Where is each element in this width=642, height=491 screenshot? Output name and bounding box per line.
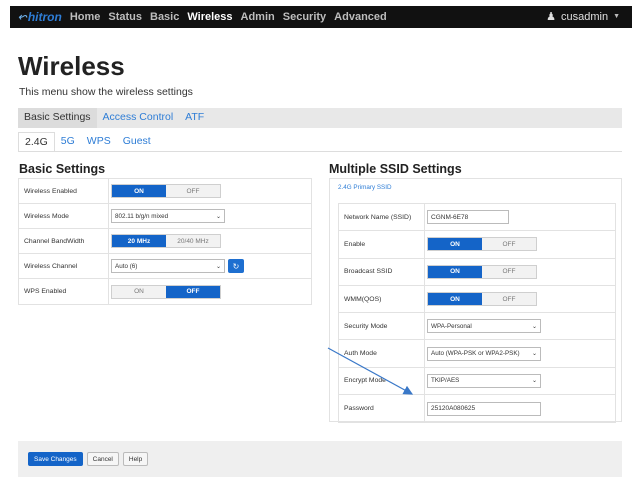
nav-admin[interactable]: Admin <box>241 11 275 23</box>
wireless-channel-value: Auto (6) <box>115 262 138 270</box>
broadcast-ssid-off[interactable]: OFF <box>482 265 536 278</box>
logo-swirl-icon: ⬿ <box>18 10 27 23</box>
wmm-qos-off[interactable]: OFF <box>482 293 536 306</box>
auth-mode-value: Auto (WPA-PSK or WPA2-PSK) <box>431 350 520 358</box>
nav-home[interactable]: Home <box>70 11 101 23</box>
primary-ssid-link[interactable]: 2.4G Primary SSID <box>338 184 392 191</box>
broadcast-ssid-label: Broadcast SSID <box>339 258 425 285</box>
wps-enabled-row: WPS Enabled ON OFF <box>19 279 311 304</box>
chevron-down-icon: ▼ <box>613 13 620 20</box>
ssid-name-row: Network Name (SSID) CGNM-6E78 <box>339 204 615 232</box>
ssid-panel: 2.4G Primary SSID Network Name (SSID) CG… <box>329 178 622 424</box>
wmm-qos-label: WMM(QOS) <box>339 285 425 313</box>
basic-settings-heading: Basic Settings <box>19 162 106 176</box>
password-row: Password 25120A080625 <box>339 395 615 423</box>
nav-status[interactable]: Status <box>108 11 142 23</box>
top-nav-bar: ⬿ hitron Home Status Basic Wireless Admi… <box>10 6 632 28</box>
refresh-channel-button[interactable]: ↻ <box>228 259 244 273</box>
encrypt-mode-row: Encrypt Mode TKIP/AES ⌄ <box>339 367 615 396</box>
wireless-channel-select[interactable]: Auto (6) ⌄ <box>111 259 225 273</box>
auth-mode-select[interactable]: Auto (WPA-PSK or WPA2-PSK) ⌄ <box>427 346 541 361</box>
channel-bandwidth-toggle: 20 MHz 20/40 MHz <box>111 234 221 248</box>
tab-basic-settings[interactable]: Basic Settings <box>18 108 97 128</box>
help-button[interactable]: Help <box>122 452 149 466</box>
encrypt-mode-value: TKIP/AES <box>431 377 460 385</box>
wireless-channel-row: Wireless Channel Auto (6) ⌄ ↻ <box>19 254 311 279</box>
user-icon: ♟ <box>546 11 556 23</box>
auth-mode-row: Auth Mode Auto (WPA-PSK or WPA2-PSK) ⌄ <box>339 340 615 368</box>
broadcast-ssid-toggle: ON OFF <box>427 264 537 279</box>
wireless-enabled-label: Wireless Enabled <box>19 179 109 203</box>
chevron-down-icon: ⌄ <box>531 323 537 330</box>
basic-settings-table: Wireless Enabled ON OFF Wireless Mode 80… <box>18 178 312 305</box>
page-subtitle: This menu show the wireless settings <box>19 86 193 98</box>
security-mode-row: Security Mode WPA-Personal ⌄ <box>339 313 615 341</box>
band-tabs: 2.4G 5G WPS Guest <box>18 132 622 152</box>
password-input[interactable]: 25120A080625 <box>427 401 541 416</box>
ssid-enable-on[interactable]: ON <box>428 238 482 251</box>
tab-wps[interactable]: WPS <box>81 132 117 151</box>
multiple-ssid-heading: Multiple SSID Settings <box>329 162 462 176</box>
tab-atf[interactable]: ATF <box>179 108 210 128</box>
bandwidth-20-40mhz[interactable]: 20/40 MHz <box>166 235 220 247</box>
auth-mode-label: Auth Mode <box>339 340 425 367</box>
cancel-button[interactable]: Cancel <box>86 452 119 466</box>
bandwidth-20mhz[interactable]: 20 MHz <box>112 235 166 247</box>
broadcast-ssid-on[interactable]: ON <box>428 265 482 278</box>
security-mode-value: WPA-Personal <box>431 322 472 330</box>
wps-enabled-toggle: ON OFF <box>111 284 221 299</box>
encrypt-mode-select[interactable]: TKIP/AES ⌄ <box>427 373 541 388</box>
user-menu[interactable]: ♟ cusadmin ▼ <box>546 10 620 24</box>
ssid-name-label: Network Name (SSID) <box>339 204 425 231</box>
user-name: cusadmin <box>560 10 609 23</box>
wireless-channel-label: Wireless Channel <box>19 254 109 278</box>
refresh-icon: ↻ <box>232 261 240 271</box>
encrypt-mode-label: Encrypt Mode <box>339 367 425 395</box>
form-footer: Save Changes Cancel Help <box>18 441 622 477</box>
wireless-enabled-toggle: ON OFF <box>111 184 221 198</box>
tab-5g[interactable]: 5G <box>55 132 81 151</box>
nav-basic[interactable]: Basic <box>150 11 179 23</box>
chevron-down-icon: ⌄ <box>215 213 221 220</box>
chevron-down-icon: ⌄ <box>531 351 537 358</box>
tab-guest[interactable]: Guest <box>117 132 157 151</box>
wireless-enabled-on[interactable]: ON <box>112 185 166 197</box>
wps-enabled-off[interactable]: OFF <box>166 285 220 298</box>
ssid-enable-toggle: ON OFF <box>427 237 537 252</box>
wireless-mode-select[interactable]: 802.11 b/g/n mixed ⌄ <box>111 209 225 223</box>
wmm-qos-row: WMM(QOS) ON OFF <box>339 285 615 314</box>
nav-wireless[interactable]: Wireless <box>187 11 232 23</box>
password-label: Password <box>339 395 425 423</box>
ssid-name-input[interactable]: CGNM-6E78 <box>427 210 509 225</box>
tab-2-4g[interactable]: 2.4G <box>18 132 55 151</box>
save-changes-button[interactable]: Save Changes <box>28 452 83 466</box>
logo-text: hitron <box>27 10 62 24</box>
settings-tabs: Basic Settings Access Control ATF <box>18 108 622 128</box>
wireless-mode-row: Wireless Mode 802.11 b/g/n mixed ⌄ <box>19 204 311 229</box>
wireless-mode-value: 802.11 b/g/n mixed <box>115 212 169 220</box>
ssid-enable-row: Enable ON OFF <box>339 231 615 259</box>
channel-bandwidth-row: Channel BandWidth 20 MHz 20/40 MHz <box>19 229 311 254</box>
wps-enabled-label: WPS Enabled <box>19 279 109 304</box>
wireless-mode-label: Wireless Mode <box>19 204 109 228</box>
hitron-logo[interactable]: ⬿ hitron <box>18 10 62 24</box>
nav-security[interactable]: Security <box>283 11 326 23</box>
wireless-enabled-row: Wireless Enabled ON OFF <box>19 179 311 204</box>
wmm-qos-toggle: ON OFF <box>427 292 537 307</box>
ssid-enable-label: Enable <box>339 231 425 258</box>
tab-access-control[interactable]: Access Control <box>97 108 180 128</box>
chevron-down-icon: ⌄ <box>531 378 537 385</box>
wps-enabled-on[interactable]: ON <box>112 285 166 298</box>
chevron-down-icon: ⌄ <box>215 263 221 270</box>
wmm-qos-on[interactable]: ON <box>428 293 482 306</box>
wireless-enabled-off[interactable]: OFF <box>166 185 220 197</box>
broadcast-ssid-row: Broadcast SSID ON OFF <box>339 258 615 286</box>
nav-advanced[interactable]: Advanced <box>334 11 387 23</box>
page-title: Wireless <box>18 51 125 81</box>
channel-bandwidth-label: Channel BandWidth <box>19 229 109 253</box>
ssid-settings-table: Network Name (SSID) CGNM-6E78 Enable ON … <box>338 203 616 424</box>
security-mode-select[interactable]: WPA-Personal ⌄ <box>427 319 541 334</box>
security-mode-label: Security Mode <box>339 313 425 340</box>
ssid-enable-off[interactable]: OFF <box>482 238 536 251</box>
